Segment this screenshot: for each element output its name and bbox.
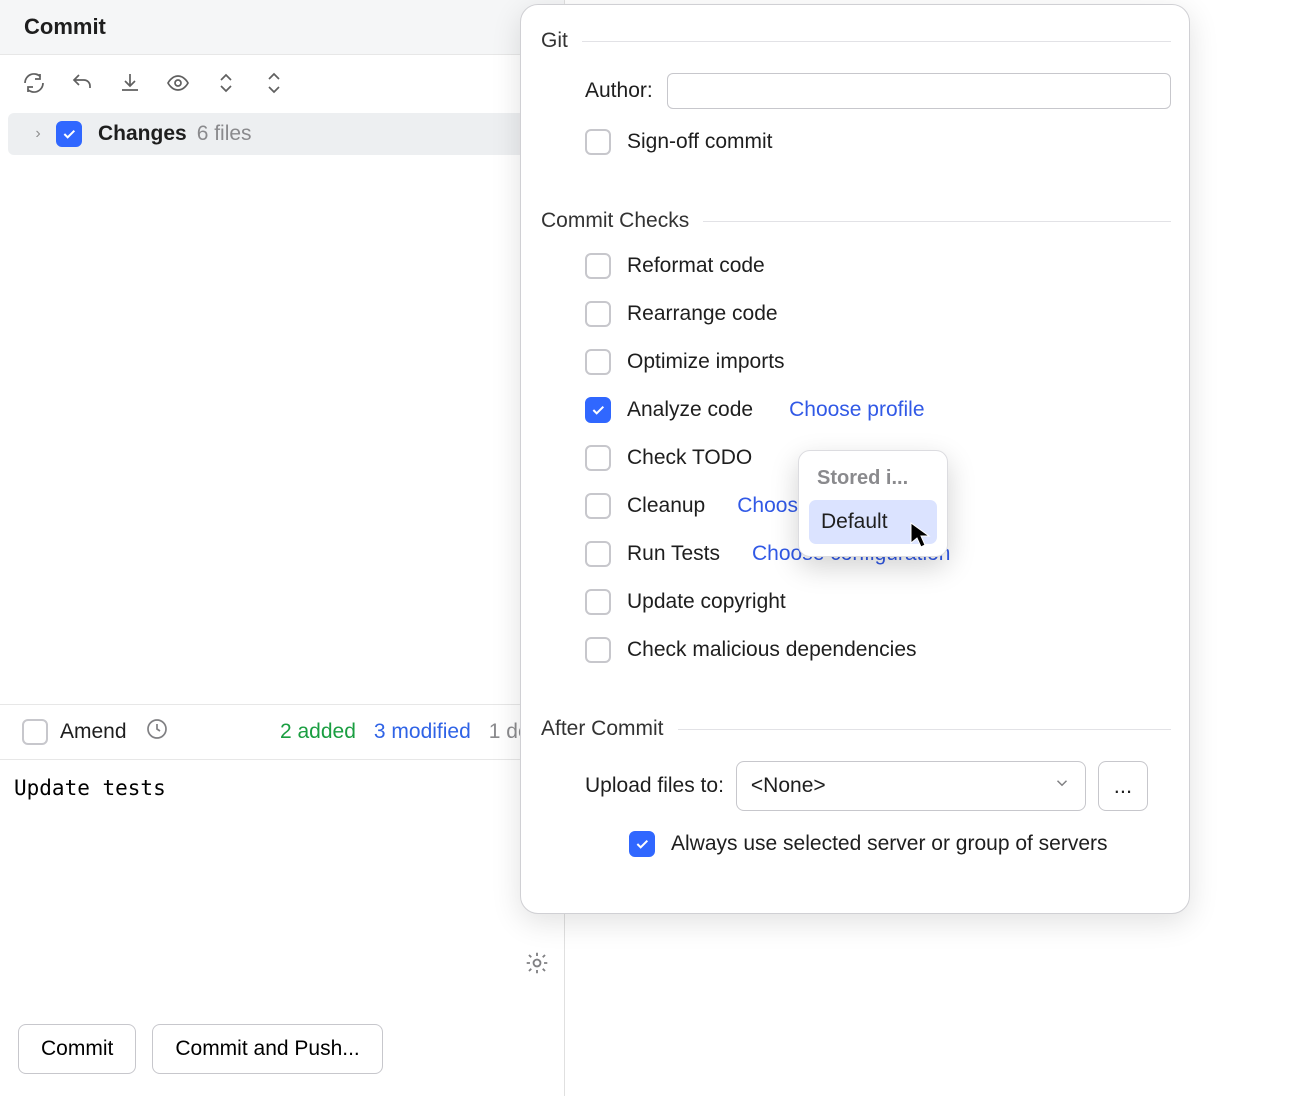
commit-and-push-button[interactable]: Commit and Push... xyxy=(152,1024,382,1074)
always-row[interactable]: Always use selected server or group of s… xyxy=(629,831,1171,857)
always-checkbox[interactable] xyxy=(629,831,655,857)
malicious-row[interactable]: Check malicious dependencies xyxy=(585,637,1171,663)
signoff-label: Sign-off commit xyxy=(627,130,773,154)
eye-icon[interactable] xyxy=(166,71,190,95)
toolbar xyxy=(0,55,564,109)
summary-row: Amend 2 added 3 modified 1 dele xyxy=(0,704,564,760)
cursor-icon xyxy=(909,521,931,555)
chevron-down-icon xyxy=(1053,774,1071,798)
upload-label: Upload files to: xyxy=(585,774,724,798)
amend-toggle[interactable]: Amend xyxy=(22,719,127,745)
section-commit-checks-title: Commit Checks xyxy=(541,209,689,233)
check-todo-checkbox[interactable] xyxy=(585,445,611,471)
section-after-commit: After Commit xyxy=(541,717,1171,741)
section-git: Git xyxy=(541,29,1171,53)
analyze-checkbox[interactable] xyxy=(585,397,611,423)
run-tests-checkbox[interactable] xyxy=(585,541,611,567)
amend-checkbox[interactable] xyxy=(22,719,48,745)
author-label: Author: xyxy=(585,79,653,103)
reformat-label: Reformat code xyxy=(627,254,765,278)
changes-checkbox[interactable] xyxy=(56,121,82,147)
copyright-label: Update copyright xyxy=(627,590,786,614)
section-commit-checks: Commit Checks xyxy=(541,209,1171,233)
upload-row: Upload files to: <None> ... xyxy=(585,761,1171,811)
optimize-label: Optimize imports xyxy=(627,350,785,374)
cleanup-label: Cleanup xyxy=(627,494,705,518)
analyze-label: Analyze code xyxy=(627,398,753,422)
reformat-row[interactable]: Reformat code xyxy=(585,253,1171,279)
rearrange-label: Rearrange code xyxy=(627,302,778,326)
optimize-checkbox[interactable] xyxy=(585,349,611,375)
signoff-checkbox[interactable] xyxy=(585,129,611,155)
profile-menu-header: Stored i... xyxy=(809,461,937,500)
changes-count: 6 files xyxy=(197,122,252,146)
section-git-title: Git xyxy=(541,29,568,53)
updown-icon[interactable] xyxy=(214,71,238,95)
signoff-row[interactable]: Sign-off commit xyxy=(585,129,1171,155)
cleanup-checkbox[interactable] xyxy=(585,493,611,519)
optimize-row[interactable]: Optimize imports xyxy=(585,349,1171,375)
panel-header: Commit ⋮ xyxy=(0,0,564,55)
chevron-right-icon[interactable]: › xyxy=(30,125,46,143)
changes-row[interactable]: › Changes 6 files xyxy=(8,113,556,155)
commit-message-input[interactable] xyxy=(0,760,564,1010)
commit-panel: Commit ⋮ › Changes 6 files xyxy=(0,0,565,1096)
malicious-label: Check malicious dependencies xyxy=(627,638,917,662)
stat-modified: 3 modified xyxy=(374,720,471,744)
undo-icon[interactable] xyxy=(70,71,94,95)
author-row: Author: xyxy=(585,73,1171,109)
history-icon[interactable] xyxy=(145,717,169,747)
section-after-commit-title: After Commit xyxy=(541,717,664,741)
check-todo-label: Check TODO xyxy=(627,446,752,470)
reformat-checkbox[interactable] xyxy=(585,253,611,279)
button-row: Commit Commit and Push... xyxy=(0,1010,564,1096)
analyze-choose-profile-link[interactable]: Choose profile xyxy=(789,398,924,422)
always-label: Always use selected server or group of s… xyxy=(671,832,1108,856)
analyze-row[interactable]: Analyze code Choose profile xyxy=(585,397,1171,423)
author-input[interactable] xyxy=(667,73,1171,109)
refresh-icon[interactable] xyxy=(22,71,46,95)
panel-title: Commit xyxy=(24,14,106,40)
rearrange-row[interactable]: Rearrange code xyxy=(585,301,1171,327)
upload-browse-button[interactable]: ... xyxy=(1098,761,1148,811)
stat-added: 2 added xyxy=(280,720,356,744)
download-icon[interactable] xyxy=(118,71,142,95)
copyright-checkbox[interactable] xyxy=(585,589,611,615)
upload-select[interactable]: <None> xyxy=(736,761,1086,811)
run-tests-label: Run Tests xyxy=(627,542,720,566)
copyright-row[interactable]: Update copyright xyxy=(585,589,1171,615)
amend-label: Amend xyxy=(60,720,127,744)
rearrange-checkbox[interactable] xyxy=(585,301,611,327)
malicious-checkbox[interactable] xyxy=(585,637,611,663)
commit-button[interactable]: Commit xyxy=(18,1024,136,1074)
changes-label: Changes xyxy=(98,122,187,146)
upload-select-value: <None> xyxy=(751,774,826,798)
close-icon[interactable] xyxy=(262,71,286,95)
gear-icon[interactable] xyxy=(524,950,550,982)
